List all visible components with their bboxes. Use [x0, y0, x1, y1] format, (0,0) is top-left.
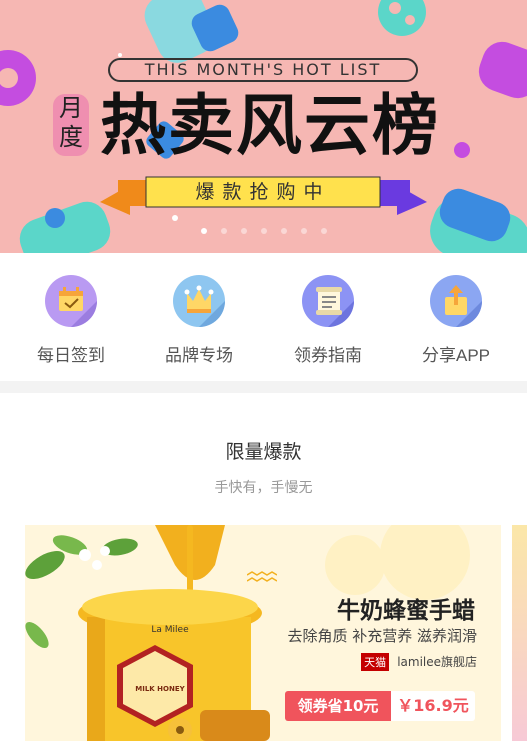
section-subtitle: 手快有，手慢无 — [214, 480, 313, 496]
jar-brand: La Milee — [151, 625, 189, 635]
quick-entry-label: 领券指南 — [294, 346, 362, 365]
carousel-dot[interactable] — [320, 228, 327, 234]
quick-entry-bar: 每日签到 品牌专场 领券指南 分享APP — [0, 253, 527, 381]
carousel-dot[interactable] — [240, 228, 247, 234]
next-product-card[interactable] — [512, 525, 527, 741]
shop-name: lamilee旗舰店 — [397, 655, 477, 669]
hero-banner[interactable]: THIS MONTH'S HOT LIST 月度 热卖风云榜 爆款抢购中 — [0, 0, 527, 253]
month-tag: 月度 — [53, 94, 89, 156]
carousel-dot[interactable] — [300, 228, 307, 234]
product-desc: 去除角质 补充营养 滋养润滑 — [287, 627, 477, 645]
quick-entry-label: 品牌专场 — [165, 346, 233, 365]
hot-list-label: THIS MONTH'S HOT LIST — [108, 58, 418, 82]
price-tag: ￥16.9元 — [391, 691, 475, 721]
carousel-dot[interactable] — [220, 228, 227, 234]
banner-title: 热卖风云榜 — [100, 87, 440, 164]
product-title: 牛奶蜂蜜手蜡 — [337, 598, 475, 624]
ribbon-text: 爆款抢购中 — [195, 181, 331, 203]
quick-entry-checkin[interactable]: 每日签到 — [5, 253, 137, 381]
quick-entry-brand[interactable]: 品牌专场 — [133, 253, 265, 381]
limited-hot-section: 限量爆款 手快有，手慢无 La Milee MILK HONEY 牛奶蜂蜜手蜡 … — [0, 393, 527, 741]
quick-entry-label: 每日签到 — [37, 346, 105, 365]
share-icon — [430, 275, 482, 327]
carousel-dot[interactable] — [260, 228, 267, 234]
quick-entry-share[interactable]: 分享APP — [390, 253, 522, 381]
carousel-dots — [0, 228, 527, 238]
quick-entry-label: 分享APP — [421, 346, 491, 365]
calendar-check-icon — [45, 275, 97, 327]
product-card[interactable]: La Milee MILK HONEY 牛奶蜂蜜手蜡 去除角质 补充营养 滋养润… — [25, 525, 501, 741]
tmall-badge: 天猫 — [361, 652, 390, 671]
crown-icon — [173, 275, 225, 327]
section-title: 限量爆款 — [225, 441, 302, 463]
jar-label: MILK HONEY — [135, 685, 185, 693]
carousel-dot[interactable] — [280, 228, 287, 234]
wave-decoration — [247, 571, 277, 582]
coupon-button[interactable]: 领券省10元 — [285, 691, 391, 721]
scroll-icon — [302, 275, 354, 327]
shop-info[interactable]: 天猫 lamilee旗舰店 — [355, 651, 477, 671]
quick-entry-coupon-guide[interactable]: 领券指南 — [262, 253, 394, 381]
carousel-dot[interactable] — [200, 228, 207, 234]
